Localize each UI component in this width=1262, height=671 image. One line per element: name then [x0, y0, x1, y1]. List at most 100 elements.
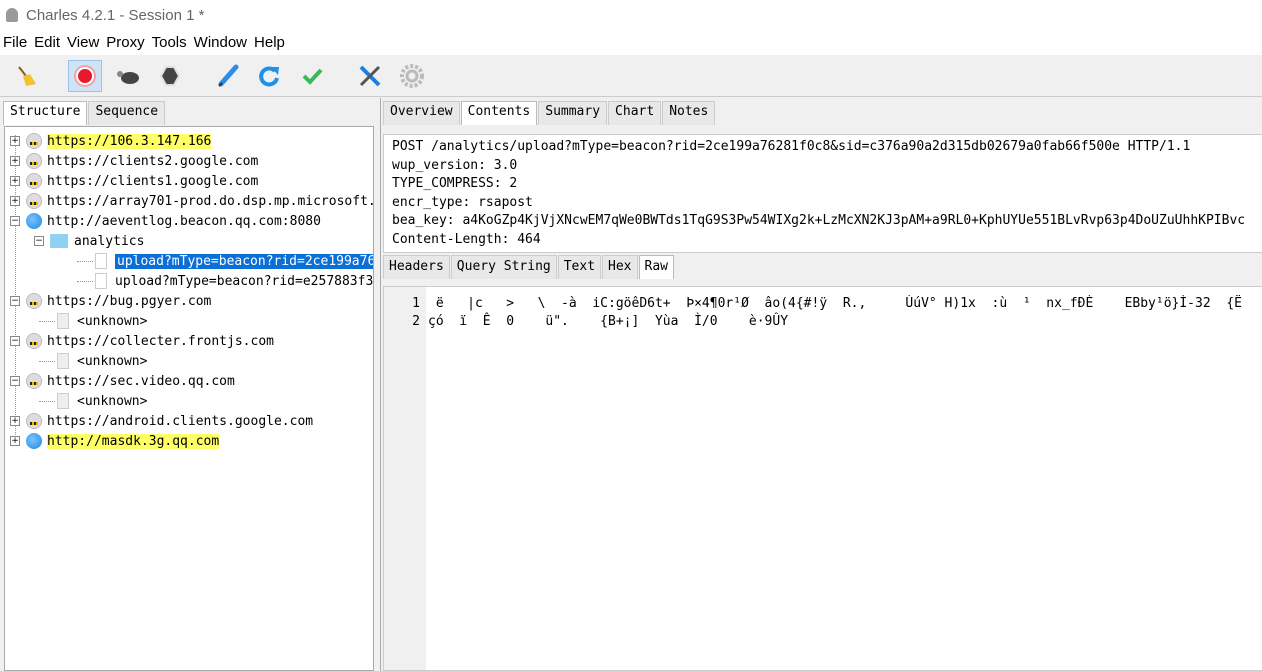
raw-body-viewer[interactable]: 1 2 ë |c > \ -à iC:göêD6t+ Þ×4¶0r¹Ø âo(4… — [383, 286, 1262, 671]
tree-node[interactable]: + https://array701-prod.do.dsp.mp.microso… — [10, 191, 373, 211]
line-number-gutter: 1 2 — [384, 287, 426, 670]
tree-node-label: <unknown> — [77, 313, 148, 329]
expand-icon[interactable]: + — [10, 156, 20, 166]
menu-file[interactable]: File — [0, 34, 30, 51]
lock-icon — [57, 353, 69, 369]
globe-icon — [26, 213, 42, 229]
tree-node[interactable]: + http://masdk.3g.qq.com — [10, 431, 220, 451]
pen-icon[interactable] — [211, 60, 245, 92]
menu-edit[interactable]: Edit — [31, 34, 63, 51]
tree-node[interactable]: upload?mType=beacon?rid=2ce199a76281f0c8 — [77, 251, 373, 271]
globe-icon — [26, 433, 42, 449]
gear-icon[interactable] — [395, 60, 429, 92]
toolbar — [0, 55, 1262, 97]
tree-connector — [39, 400, 55, 402]
tree-node-label: https://106.3.147.166 — [47, 133, 212, 149]
tree-node-label: https://clients1.google.com — [47, 173, 259, 189]
lock-icon — [26, 173, 42, 189]
subtab-query-string[interactable]: Query String — [450, 255, 557, 279]
tab-sequence[interactable]: Sequence — [88, 101, 166, 125]
lock-icon — [26, 133, 42, 149]
turtle-icon[interactable] — [111, 60, 145, 92]
expand-icon[interactable]: + — [10, 176, 20, 186]
header-line: TYPE_COMPRESS: 2 — [392, 176, 518, 192]
folder-icon — [50, 234, 68, 248]
tree-node[interactable]: + https://android.clients.google.com — [10, 411, 313, 431]
tree-node-label: https://clients2.google.com — [47, 153, 259, 169]
tree-node-label: https://sec.video.qq.com — [47, 373, 235, 389]
menu-proxy[interactable]: Proxy — [103, 34, 147, 51]
expand-icon[interactable]: + — [10, 416, 20, 426]
tree-node[interactable]: <unknown> — [39, 391, 147, 411]
structure-pane: Structure Sequence + https://106.3.147.16… — [0, 98, 376, 671]
tree-node-label: https://android.clients.google.com — [47, 413, 314, 429]
request-headers-text: POST /analytics/upload?mType=beacon?rid=… — [383, 134, 1262, 253]
tab-overview[interactable]: Overview — [383, 101, 460, 125]
collapse-icon[interactable]: − — [10, 296, 20, 306]
tree-node-label: analytics — [74, 233, 145, 249]
tree-node[interactable]: + https://clients1.google.com — [10, 171, 258, 191]
tab-summary[interactable]: Summary — [538, 101, 608, 125]
check-icon[interactable] — [295, 60, 329, 92]
collapse-icon[interactable]: − — [34, 236, 44, 246]
lock-icon — [26, 373, 42, 389]
tab-contents[interactable]: Contents — [460, 101, 538, 125]
app-icon — [6, 8, 18, 22]
tree-connector — [77, 260, 93, 262]
raw-line: ë |c > \ -à iC:göêD6t+ Þ×4¶0r¹Ø âo(4{#!ÿ… — [428, 296, 1242, 311]
stop-icon[interactable] — [153, 60, 187, 92]
collapse-icon[interactable]: − — [10, 376, 20, 386]
tree-node[interactable]: + https://clients2.google.com — [10, 151, 258, 171]
subtab-hex[interactable]: Hex — [602, 255, 638, 279]
header-line: wup_version: 3.0 — [392, 157, 518, 173]
lock-icon — [26, 193, 42, 209]
tree-node[interactable]: − analytics — [34, 231, 144, 251]
tree-node-label: http://masdk.3g.qq.com — [47, 433, 220, 449]
broom-icon[interactable] — [9, 60, 43, 92]
subtab-text[interactable]: Text — [557, 255, 602, 279]
header-line: encr_type: rsapost — [392, 194, 533, 210]
lock-icon — [26, 333, 42, 349]
tree-node[interactable]: − http://aeventlog.beacon.qq.com:8080 — [10, 211, 321, 231]
subtab-raw[interactable]: Raw — [638, 255, 674, 279]
tree-node[interactable]: <unknown> — [39, 351, 147, 371]
expand-icon[interactable]: + — [10, 436, 20, 446]
tab-notes[interactable]: Notes — [662, 101, 716, 125]
tree-node-label: upload?mType=beacon?rid=e257883f31 — [115, 273, 374, 289]
menu-view[interactable]: View — [64, 34, 102, 51]
tree-node[interactable]: upload?mType=beacon?rid=e257883f31 — [77, 271, 374, 291]
tree-node-label: http://aeventlog.beacon.qq.com:8080 — [47, 213, 321, 229]
tree-connector — [77, 280, 93, 282]
menu-tools[interactable]: Tools — [149, 34, 190, 51]
menu-window[interactable]: Window — [191, 34, 250, 51]
collapse-icon[interactable]: − — [10, 216, 20, 226]
tree-node[interactable]: <unknown> — [39, 311, 147, 331]
expand-icon[interactable]: + — [10, 196, 20, 206]
window-title: Charles 4.2.1 - Session 1 * — [26, 6, 205, 24]
header-line: bea_key: a4KoGZp4KjVjXNcwEM7qWe0BWTds1Tq… — [392, 213, 1246, 229]
tab-chart[interactable]: Chart — [608, 101, 662, 125]
tree-node-label: https://collecter.frontjs.com — [47, 333, 274, 349]
tree-node[interactable]: − https://bug.pgyer.com — [10, 291, 211, 311]
tools-icon[interactable] — [353, 60, 387, 92]
record-icon[interactable] — [68, 60, 102, 92]
line-number: 2 — [412, 314, 420, 329]
lock-icon — [26, 413, 42, 429]
tree-node[interactable]: − https://sec.video.qq.com — [10, 371, 235, 391]
collapse-icon[interactable]: − — [10, 336, 20, 346]
tree-node-label: https://bug.pgyer.com — [47, 293, 212, 309]
document-icon — [95, 273, 107, 289]
tree-node[interactable]: + https://106.3.147.166 — [10, 131, 212, 151]
refresh-icon[interactable] — [252, 60, 286, 92]
lock-icon — [57, 393, 69, 409]
menu-bar: File Edit View Proxy Tools Window Help — [0, 30, 1262, 55]
host-tree: + https://106.3.147.166 + https://clients2.… — [4, 126, 374, 671]
request-line: POST /analytics/upload?mType=beacon?rid=… — [392, 139, 1191, 154]
lock-icon — [57, 313, 69, 329]
expand-icon[interactable]: + — [10, 136, 20, 146]
subtab-headers[interactable]: Headers — [383, 255, 450, 279]
tree-node[interactable]: − https://collecter.frontjs.com — [10, 331, 274, 351]
menu-help[interactable]: Help — [251, 34, 288, 51]
tab-structure[interactable]: Structure — [3, 101, 88, 125]
title-bar: Charles 4.2.1 - Session 1 * — [0, 0, 1262, 30]
